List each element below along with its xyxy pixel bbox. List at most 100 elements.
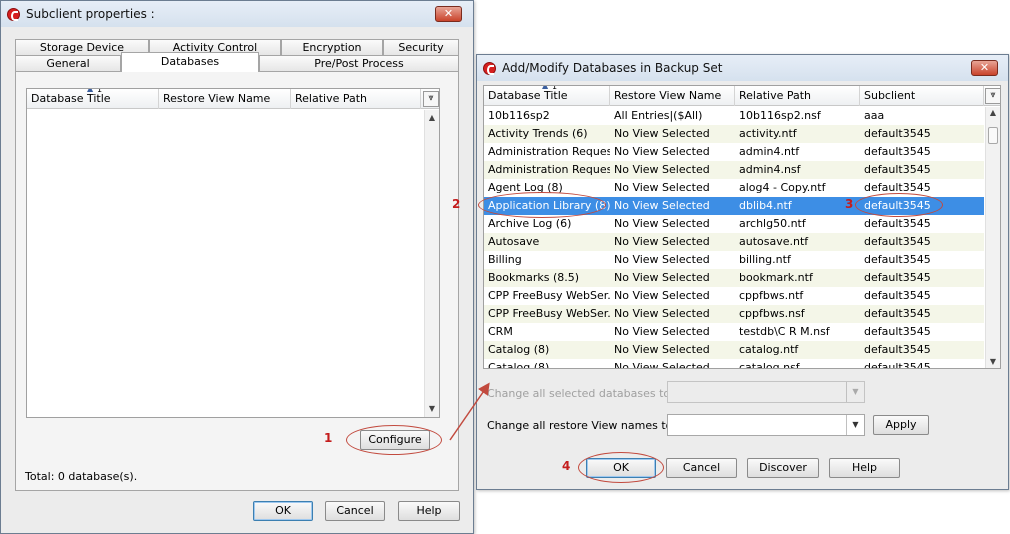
table-row[interactable]: Application Library (8) No View Selected d… [484, 197, 984, 215]
tab-security[interactable]: Security [383, 39, 459, 55]
databases-table: ▲ 1 Database Title Restore View Name Rel… [26, 88, 440, 418]
cell-relative-path: catalog.ntf [739, 343, 799, 356]
column-restore-view-name[interactable]: Restore View Name [610, 86, 735, 106]
cell-relative-path: alog4 - Copy.ntf [739, 181, 826, 194]
cell-database-title: CPP FreeBusy WebSer... [488, 307, 610, 320]
cell-subclient: default3545 [864, 289, 931, 302]
chevron-down-icon[interactable]: ▼ [846, 415, 864, 435]
column-subclient[interactable]: Subclient [860, 86, 984, 106]
column-restore-view-name[interactable]: Restore View Name [159, 89, 291, 109]
cell-relative-path: testdb\C R M.nsf [739, 325, 830, 338]
table-row[interactable]: CRM No View Selected testdb\C R M.nsf defau… [484, 323, 984, 341]
tab-databases[interactable]: Databases [121, 52, 259, 72]
modify-close-button[interactable]: ✕ [971, 60, 998, 76]
cell-restore-view-name: No View Selected [614, 199, 710, 212]
backupset-table-header: ▲ 1 Database Title Restore View Name Rel… [484, 86, 1000, 106]
cell-database-title: Archive Log (6) [488, 217, 572, 230]
change-view-names-label: Change all restore View names to: [487, 419, 677, 432]
table-row[interactable]: Bookmarks (8.5) No View Selected bookmark.… [484, 269, 984, 287]
cell-database-title: Autosave [488, 235, 540, 248]
databases-table-header: ▲ 1 Database Title Restore View Name Rel… [27, 89, 439, 109]
table-row[interactable]: CPP FreeBusy WebSer... No View Selected cp… [484, 305, 984, 323]
table-row[interactable]: 10b116sp2 All Entries|($All) 10b116sp2.nsf… [484, 107, 984, 125]
subclient-help-button[interactable]: Help [398, 501, 460, 521]
modify-help-button[interactable]: Help [829, 458, 900, 478]
cell-relative-path: admin4.nsf [739, 163, 801, 176]
backupset-table-scrollbar[interactable]: ▲ ▼ [985, 107, 1000, 368]
cell-subclient: default3545 [864, 217, 931, 230]
change-databases-label: Change all selected databases to: [487, 387, 674, 400]
cell-relative-path: 10b116sp2.nsf [739, 109, 821, 122]
cell-subclient: default3545 [864, 361, 931, 369]
tab-general[interactable]: General [15, 55, 121, 71]
cell-database-title: Administration Requests [488, 145, 610, 158]
scroll-up-icon[interactable]: ▲ [986, 107, 1000, 119]
cell-database-title: Activity Trends (6) [488, 127, 588, 140]
table-row[interactable]: Catalog (8) No View Selected catalog.ntf de… [484, 341, 984, 359]
scroll-thumb[interactable] [988, 127, 998, 144]
modify-cancel-button[interactable]: Cancel [666, 458, 737, 478]
column-relative-path[interactable]: Relative Path [735, 86, 860, 106]
annotation-step-1: 1 [324, 431, 333, 445]
cell-database-title: Catalog (8) [488, 343, 550, 356]
chevron-down-icon[interactable]: ▼ [846, 382, 864, 402]
cell-database-title: 10b116sp2 [488, 109, 550, 122]
scroll-up-icon[interactable]: ▲ [425, 112, 439, 124]
cell-subclient: default3545 [864, 307, 931, 320]
cell-database-title: Catalog (8) [488, 361, 550, 369]
annotation-step-3: 3 [845, 197, 854, 211]
cell-subclient: default3545 [864, 199, 931, 212]
sort-ascending-icon: ▲ [542, 86, 548, 91]
column-database-title[interactable]: ▲ 1 Database Title [484, 86, 610, 106]
databases-table-scrollbar[interactable]: ▲ ▼ [424, 110, 439, 417]
modify-titlebar[interactable]: Add/Modify Databases in Backup Set [477, 55, 1008, 81]
backupset-databases-table: ▲ 1 Database Title Restore View Name Rel… [483, 85, 1001, 369]
scroll-down-icon[interactable]: ▼ [986, 356, 1000, 368]
tab-pre-post-process[interactable]: Pre/Post Process [259, 55, 459, 71]
sort-order-index: 1 [97, 89, 103, 94]
table-row[interactable]: Archive Log (6) No View Selected archlg50.… [484, 215, 984, 233]
change-view-names-combo[interactable]: ▼ [667, 414, 865, 436]
cell-relative-path: autosave.ntf [739, 235, 809, 248]
cell-subclient: default3545 [864, 271, 931, 284]
cell-database-title: CRM [488, 325, 513, 338]
cell-relative-path: catalog.nsf [739, 361, 800, 369]
table-row[interactable]: Billing No View Selected billing.ntf defaul… [484, 251, 984, 269]
subclient-cancel-button[interactable]: Cancel [325, 501, 385, 521]
cell-relative-path: activity.ntf [739, 127, 797, 140]
subclient-titlebar[interactable]: Subclient properties : [1, 1, 473, 27]
subclient-properties-dialog: Subclient properties : ✕ Storage Device … [0, 0, 474, 534]
table-row[interactable]: Administration Requests No View Selected a… [484, 143, 984, 161]
configure-button[interactable]: Configure [360, 430, 430, 450]
table-row[interactable]: Activity Trends (6) No View Selected activ… [484, 125, 984, 143]
subclient-close-button[interactable]: ✕ [435, 6, 462, 22]
column-relative-path[interactable]: Relative Path [291, 89, 421, 109]
cell-subclient: aaa [864, 109, 885, 122]
change-databases-combo[interactable]: ▼ [667, 381, 865, 403]
column-restore-view-name-label: Restore View Name [614, 89, 722, 102]
cell-relative-path: bookmark.ntf [739, 271, 813, 284]
cell-restore-view-name: No View Selected [614, 145, 710, 158]
cell-restore-view-name: No View Selected [614, 235, 710, 248]
cell-database-title: Agent Log (8) [488, 181, 563, 194]
table-row[interactable]: Catalog (8) No View Selected catalog.nsf de… [484, 359, 984, 369]
discover-button[interactable]: Discover [747, 458, 819, 478]
cell-restore-view-name: No View Selected [614, 289, 710, 302]
column-database-title[interactable]: ▲ 1 Database Title [27, 89, 159, 109]
table-row[interactable]: Agent Log (8) No View Selected alog4 - Cop… [484, 179, 984, 197]
table-row[interactable]: CPP FreeBusy WebSer... No View Selected cp… [484, 287, 984, 305]
table-row[interactable]: Autosave No View Selected autosave.ntf defa… [484, 233, 984, 251]
column-relative-path-label: Relative Path [739, 89, 812, 102]
column-chooser-icon[interactable]: ⩔ [985, 88, 1000, 104]
tab-encryption[interactable]: Encryption [281, 39, 383, 55]
annotation-step-4: 4 [562, 459, 571, 473]
column-restore-view-name-label: Restore View Name [163, 92, 271, 105]
scroll-down-icon[interactable]: ▼ [425, 403, 439, 415]
column-chooser-icon[interactable]: ⩔ [423, 91, 439, 107]
modify-ok-button[interactable]: OK [586, 458, 656, 478]
subclient-ok-button[interactable]: OK [253, 501, 313, 521]
table-row[interactable]: Administration Requests No View Selected a… [484, 161, 984, 179]
apply-button[interactable]: Apply [873, 415, 929, 435]
cell-restore-view-name: No View Selected [614, 271, 710, 284]
cell-database-title: Administration Requests [488, 163, 610, 176]
